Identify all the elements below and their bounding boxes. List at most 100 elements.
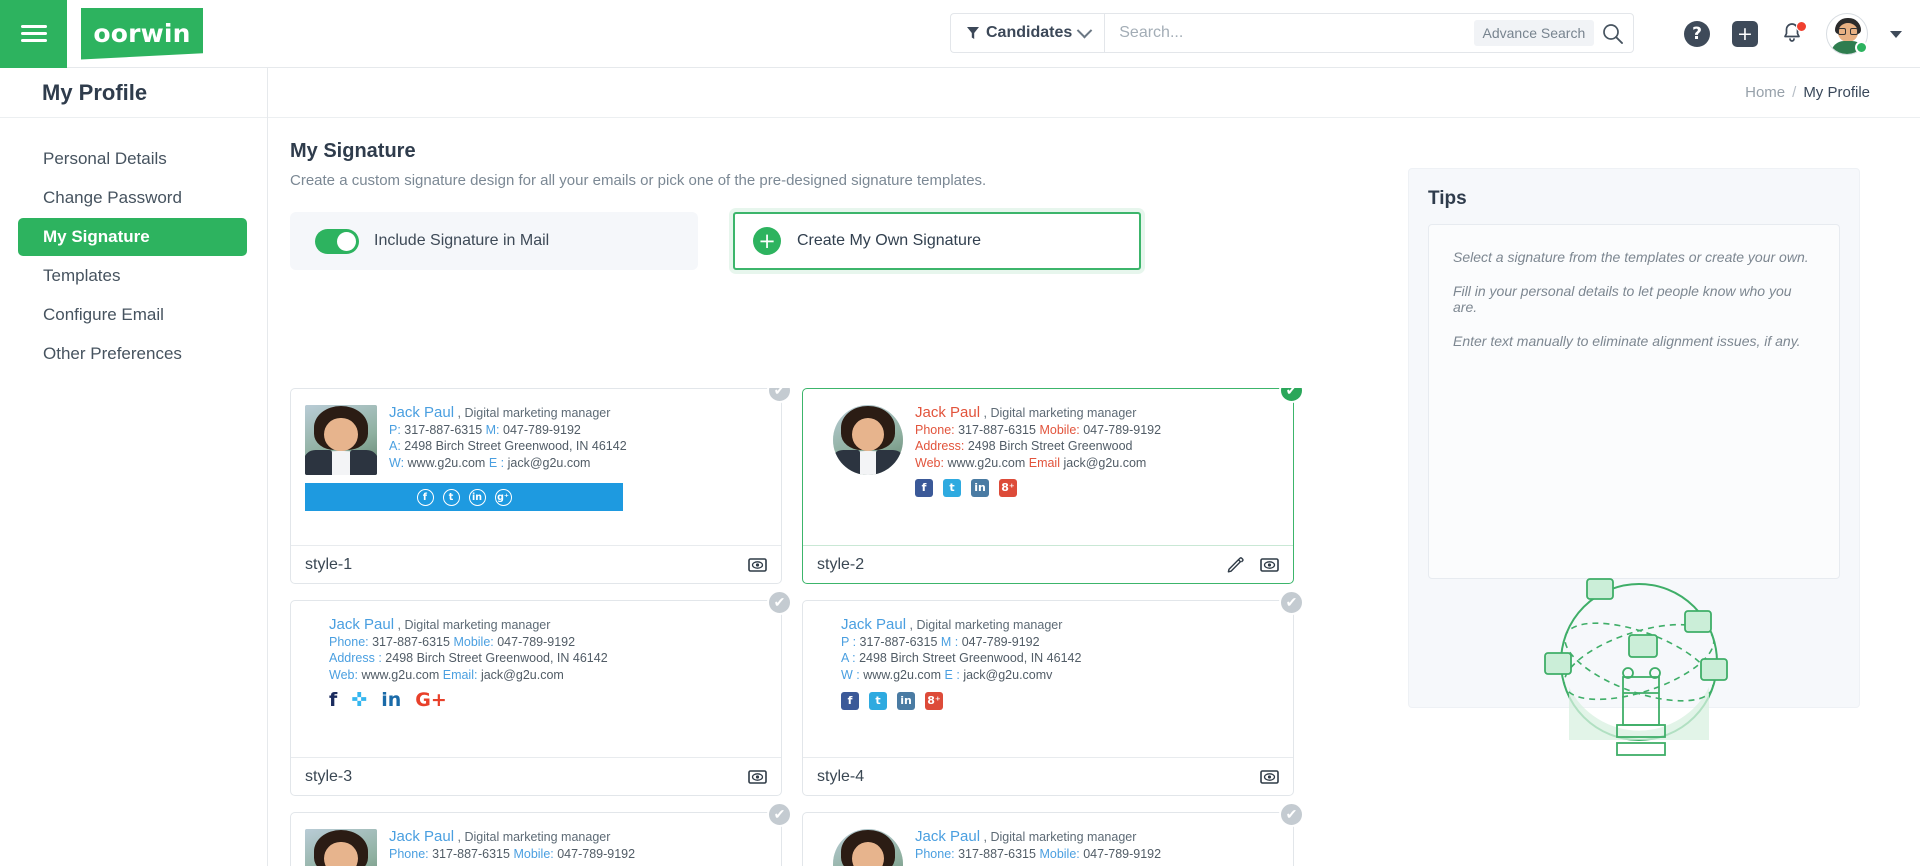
signature-card-style-4[interactable]: ✔ Jack Paul , Digital marketing manager … [802,590,1304,796]
signature-person-name: Jack Paul [841,616,907,633]
googleplus-icon[interactable]: 8⁺ [925,692,943,710]
signature-address-label: A: [389,439,401,453]
notifications-icon[interactable] [1780,21,1807,47]
search-input[interactable] [1119,24,1466,42]
signature-comma: , [454,406,461,420]
signature-email-value: jack@g2u.comv [963,667,1053,682]
googleplus-icon[interactable]: 8⁺ [999,479,1017,497]
plus-icon: + [753,227,781,255]
select-check-icon[interactable]: ✔ [1279,802,1304,827]
signature-card-actions [1227,556,1279,573]
signature-email-value: jack@g2u.com [480,667,564,682]
signature-mobile-label: Mobile: [513,846,554,861]
sidebar-item-my-signature[interactable]: My Signature [18,218,247,256]
tip-line-3: Enter text manually to eliminate alignme… [1453,333,1801,349]
signature-templates-list[interactable]: ✔ Jack Paul , Digital marketing manager … [290,388,1390,866]
toggle-knob [337,231,356,251]
signature-comma: , [980,406,987,420]
signature-card-style-2[interactable]: ✔ Jack Paul , Digital marketing manager … [802,388,1304,584]
hamburger-menu-icon[interactable] [0,0,67,68]
twitter-icon[interactable]: t [442,488,460,506]
twitter-icon[interactable]: ✜ [351,691,367,709]
googleplus-icon[interactable]: g⁺ [494,488,512,506]
sidebar-item-change-password[interactable]: Change Password [18,179,247,217]
signature-card-style-1[interactable]: ✔ Jack Paul , Digital marketing manager … [290,388,792,584]
sidebar-item-templates[interactable]: Templates [18,257,247,295]
signature-card-style-5[interactable]: ✔ Jack Paul , Digital marketing manager … [290,802,792,866]
search-entity-filter-dropdown[interactable]: Candidates [950,13,1105,53]
signature-style-name: style-1 [305,555,353,573]
linkedin-icon[interactable]: in [381,691,401,709]
include-signature-label: Include Signature in Mail [374,232,550,249]
include-signature-toggle[interactable] [315,228,359,254]
sidebar-item-configure-email[interactable]: Configure Email [18,296,247,334]
signature-photo [833,829,903,866]
breadcrumb-separator: / [1792,84,1797,101]
edit-pencil-icon[interactable] [1227,556,1244,573]
twitter-icon[interactable]: t [943,479,961,497]
select-check-icon[interactable]: ✔ [767,802,792,827]
top-header-bar: oorwin Candidates Advance Search ? + [0,0,1920,68]
signature-card-style-6[interactable]: ✔ Jack Paul , Digital marketing manager … [802,802,1304,866]
breadcrumb-home-link[interactable]: Home [1745,84,1785,101]
sidebar-item-other-preferences[interactable]: Other Preferences [18,335,247,373]
signature-phone-value: 317-887-6315 [372,634,450,649]
global-search-cluster: Candidates Advance Search [950,13,1635,53]
signature-card-footer: style-1 [291,545,781,583]
signature-card-style-3[interactable]: ✔ Jack Paul , Digital marketing manager … [290,590,792,796]
signature-details: Jack Paul , Digital marketing manager Ph… [915,404,1161,497]
page-title: My Signature [290,140,416,162]
advance-search-button[interactable]: Advance Search [1473,20,1595,46]
signature-web-label: W : [841,667,860,682]
facebook-icon[interactable]: f [915,479,933,497]
signature-details: Jack Paul , Digital marketing manager Ph… [915,828,1161,866]
signature-phone-value: 317-887-6315 [404,422,483,437]
preview-eye-icon[interactable] [1260,769,1279,785]
help-icon[interactable]: ? [1684,21,1710,47]
linkedin-icon[interactable]: in [897,692,915,710]
create-my-own-signature-button[interactable]: + Create My Own Signature [733,212,1141,270]
linkedin-icon[interactable]: in [971,479,989,497]
signature-social-row: f t in 8⁺ [915,479,1161,497]
signature-phone-label: P : [841,634,857,649]
user-menu-caret-icon[interactable] [1890,30,1902,38]
linkedin-icon[interactable]: in [468,488,486,506]
signature-web-value: www.g2u.com [863,667,942,682]
preview-eye-icon[interactable] [748,769,767,785]
oorwin-logo[interactable]: oorwin [81,7,203,60]
facebook-icon[interactable]: f [416,488,434,506]
user-avatar[interactable] [1826,13,1868,55]
search-icon[interactable] [1602,23,1624,44]
sidebar-item-personal-details[interactable]: Personal Details [18,140,247,178]
sidebar-menu: Personal Details Change Password My Sign… [0,118,267,373]
signature-phone-value: 317-887-6315 [958,846,1036,861]
breadcrumb: Home / My Profile [268,68,1920,118]
select-check-icon[interactable]: ✔ [767,590,792,615]
signature-mobile-label: Mobile: [1039,846,1080,861]
signature-address-label: A : [841,651,856,665]
signature-phone-label: Phone: [915,846,955,861]
signature-mobile-label: Mobile: [1039,422,1080,437]
signature-phone-label: P: [389,422,401,437]
preview-eye-icon[interactable] [748,557,767,573]
select-check-icon[interactable]: ✔ [1279,590,1304,615]
signature-address-label: Address : [329,651,382,665]
signature-email-label: Email: [442,667,478,682]
preview-eye-icon[interactable] [1260,557,1279,573]
signature-address-value: 2498 Birch Street Greenwood, IN 46142 [404,439,627,453]
googleplus-icon[interactable]: G+ [415,691,447,709]
signature-role: Digital marketing manager [916,618,1063,632]
facebook-icon[interactable]: f [841,692,859,710]
signature-card-footer: style-4 [803,757,1293,795]
signature-preview: Jack Paul , Digital marketing manager Ph… [291,813,781,866]
twitter-icon[interactable]: t [869,692,887,710]
global-search-box[interactable]: Advance Search [1104,13,1635,53]
signature-person-name: Jack Paul [915,828,981,845]
signature-web-value: www.g2u.com [407,455,486,470]
signature-photo [305,829,377,866]
signature-web-label: Web: [915,455,944,470]
signature-phone-label: Phone: [915,422,955,437]
tip-line-2: Fill in your personal details to let peo… [1453,283,1792,315]
facebook-icon[interactable]: f [329,691,337,709]
add-icon[interactable]: + [1732,21,1758,47]
